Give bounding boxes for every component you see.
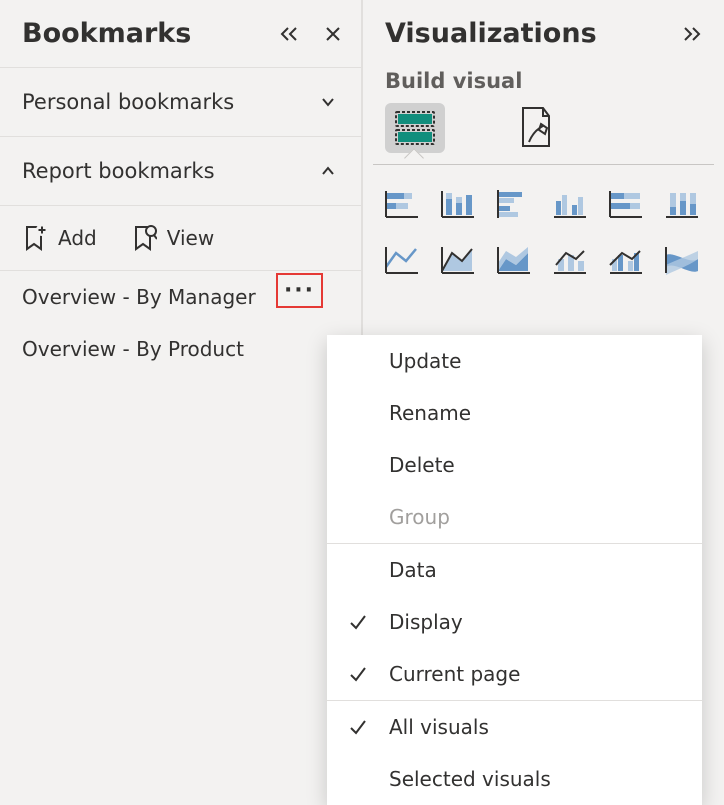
chevron-down-icon bbox=[317, 91, 339, 113]
build-visual-label: Build visual bbox=[363, 59, 724, 99]
visualization-gallery bbox=[363, 153, 724, 275]
check-icon bbox=[349, 665, 375, 683]
bookmark-context-menu: Update Rename Delete Group Data Display … bbox=[327, 335, 702, 805]
stacked-area-icon[interactable] bbox=[493, 237, 535, 275]
menu-rename[interactable]: Rename bbox=[327, 387, 702, 439]
build-mode-button[interactable] bbox=[385, 103, 445, 153]
stacked-column-icon[interactable] bbox=[437, 181, 479, 219]
bookmark-item[interactable]: Overview - By Manager ··· bbox=[0, 271, 361, 323]
menu-all-visuals[interactable]: All visuals bbox=[327, 701, 702, 753]
100-stacked-column-icon[interactable] bbox=[661, 181, 703, 219]
stacked-bar-icon[interactable] bbox=[381, 181, 423, 219]
personal-bookmarks-section[interactable]: Personal bookmarks bbox=[0, 68, 361, 137]
view-label: View bbox=[167, 226, 214, 250]
line-chart-icon[interactable] bbox=[381, 237, 423, 275]
bookmark-item-label: Overview - By Manager bbox=[22, 285, 256, 309]
bookmark-add-icon bbox=[22, 224, 48, 252]
report-bookmarks-section[interactable]: Report bookmarks bbox=[0, 137, 361, 206]
check-icon bbox=[349, 613, 375, 631]
ribbon-chart-icon[interactable] bbox=[661, 237, 703, 275]
clustered-column-icon[interactable] bbox=[549, 181, 591, 219]
view-bookmark-button[interactable]: View bbox=[131, 224, 214, 252]
format-mode-button[interactable] bbox=[505, 103, 565, 153]
mode-switcher bbox=[363, 99, 724, 153]
menu-selected-visuals[interactable]: Selected visuals bbox=[327, 753, 702, 805]
build-icon bbox=[392, 108, 438, 148]
expand-icon[interactable] bbox=[682, 24, 702, 44]
collapse-icon[interactable] bbox=[279, 24, 299, 44]
100-stacked-bar-icon[interactable] bbox=[605, 181, 647, 219]
menu-display[interactable]: Display bbox=[327, 596, 702, 648]
menu-group: Group bbox=[327, 491, 702, 543]
line-clustered-column-icon[interactable] bbox=[605, 237, 647, 275]
bookmark-item-label: Overview - By Product bbox=[22, 337, 244, 361]
format-icon bbox=[515, 106, 555, 150]
clustered-bar-icon[interactable] bbox=[493, 181, 535, 219]
area-chart-icon[interactable] bbox=[437, 237, 479, 275]
bookmarks-title: Bookmarks bbox=[22, 18, 255, 49]
add-bookmark-button[interactable]: Add bbox=[22, 224, 97, 252]
line-stacked-column-icon[interactable] bbox=[549, 237, 591, 275]
chevron-up-icon bbox=[317, 160, 339, 182]
menu-update[interactable]: Update bbox=[327, 335, 702, 387]
personal-bookmarks-label: Personal bookmarks bbox=[22, 90, 317, 114]
more-options-button[interactable]: ··· bbox=[276, 273, 323, 308]
bookmark-view-icon bbox=[131, 224, 157, 252]
close-icon[interactable] bbox=[323, 24, 343, 44]
bookmark-item[interactable]: Overview - By Product bbox=[0, 323, 361, 375]
bookmarks-pane: Bookmarks Personal bookmarks Report book… bbox=[0, 0, 363, 789]
menu-data[interactable]: Data bbox=[327, 544, 702, 596]
bookmarks-header: Bookmarks bbox=[0, 0, 361, 68]
report-bookmarks-label: Report bookmarks bbox=[22, 159, 317, 183]
menu-delete[interactable]: Delete bbox=[327, 439, 702, 491]
check-icon bbox=[349, 718, 375, 736]
visualizations-title: Visualizations bbox=[385, 18, 658, 49]
bookmark-actions: Add View bbox=[0, 206, 361, 271]
add-label: Add bbox=[58, 226, 97, 250]
visualizations-header: Visualizations bbox=[363, 18, 724, 59]
menu-current-page[interactable]: Current page bbox=[327, 648, 702, 700]
